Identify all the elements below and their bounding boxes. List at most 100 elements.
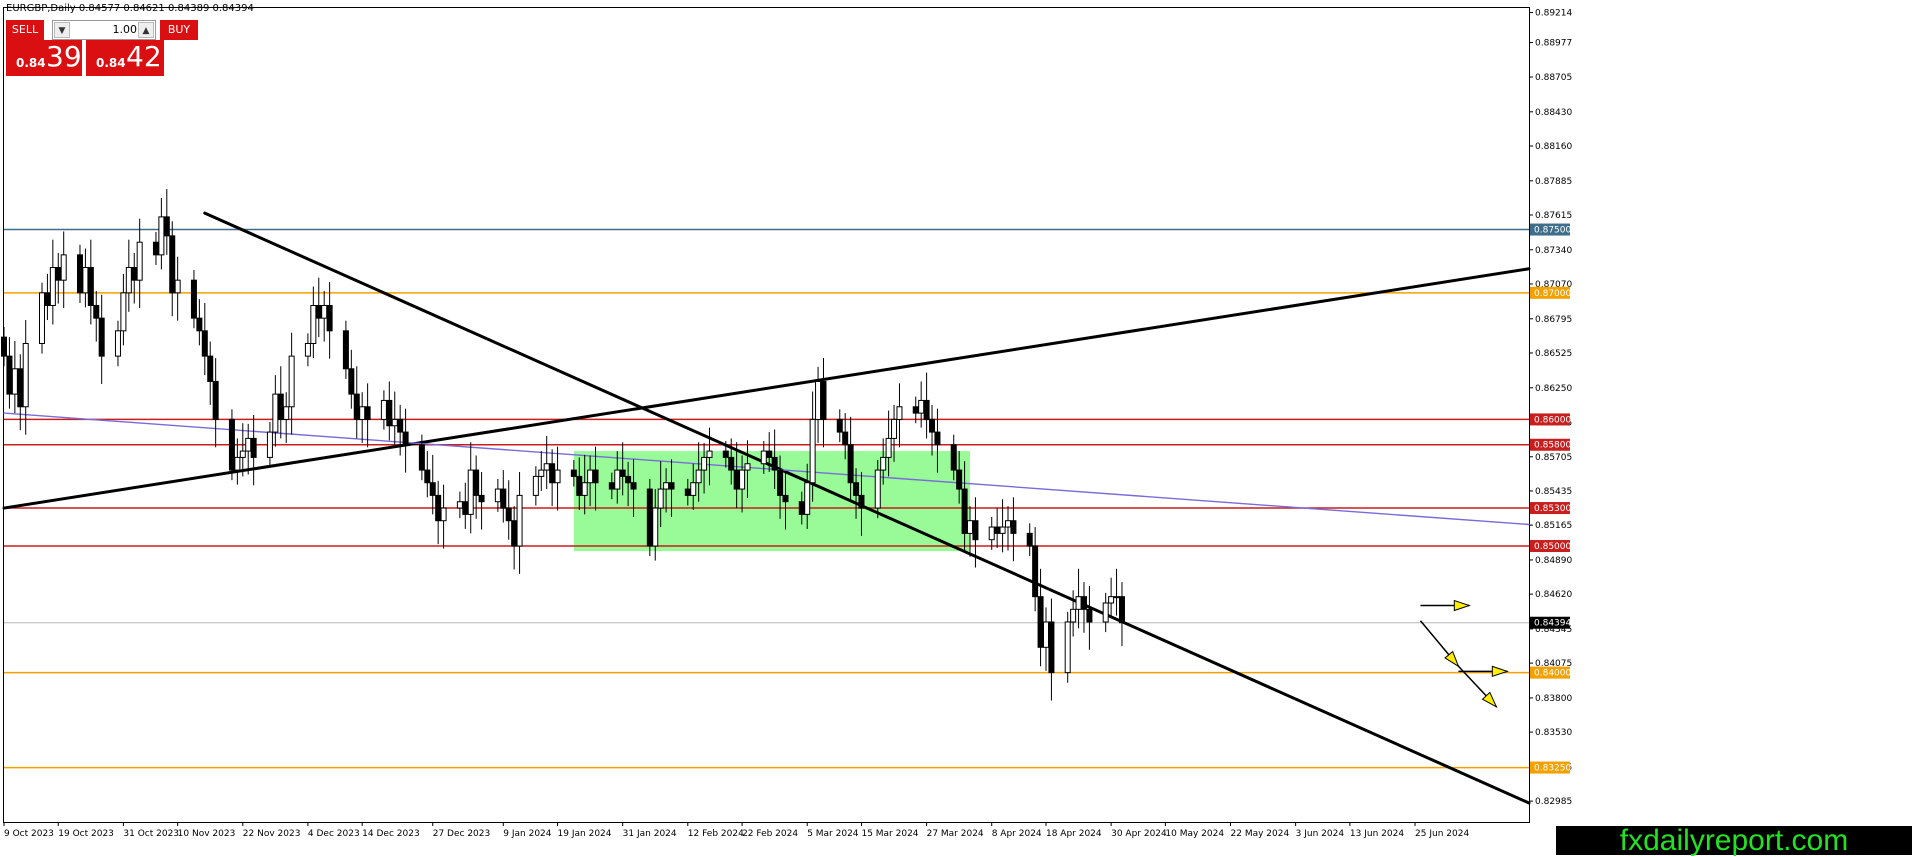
candle-body-28 [207,355,214,382]
x-tick-label-12: 22 Feb 2024 [742,829,798,839]
y-tick-label-20: 0.83800 [1535,694,1572,704]
candle-body-54 [402,431,409,446]
candle-body-55 [418,444,425,471]
candle-body-107 [809,418,816,484]
candlestick-chart: 0.89214 0.88977 0.88705 0.88430 0.88160 0.878… [1,7,1572,839]
x-tick-label-19: 10 May 2024 [1165,829,1224,839]
candle-body-127 [961,488,968,534]
candle-body-105 [798,501,805,515]
candle-body-69 [516,494,523,547]
sell-price-prefix: 0.84 [16,56,46,70]
candle-body-27 [201,330,208,357]
candle-body-61 [462,501,469,515]
candle-body-59 [440,507,447,522]
candle-body-56 [424,469,431,484]
candle-body-122 [923,399,930,420]
candle-body-5 [38,292,45,344]
y-tick-label-16: 0.84890 [1535,556,1572,566]
candle-body-117 [885,437,892,458]
lot-decrease-icon[interactable]: ▼ [54,22,70,38]
candle-body-68 [511,520,518,547]
candle-body-30 [228,418,235,471]
sell-button[interactable]: SELL [6,20,44,40]
candle-body-41 [310,304,317,344]
candle-body-135 [1026,532,1033,547]
lot-size-field[interactable]: ▼ 1.00 ▲ [52,20,156,40]
candle-body-84 [630,482,637,490]
y-tick-label-3: 0.88430 [1535,108,1572,118]
candle-body-146 [1108,596,1115,604]
price-axis: 0.89214 0.88977 0.88705 0.88430 0.88160 0.878… [1529,9,1572,807]
x-tick-label-10: 31 Jan 2024 [623,829,677,839]
lot-increase-icon[interactable]: ▲ [138,22,154,38]
candle-body-75 [570,469,577,477]
candle-body-25 [190,279,197,319]
candle-body-36 [272,393,279,433]
y-tick-label-17: 0.84620 [1535,590,1572,600]
level-2-label: 0.86000 [1534,415,1571,425]
y-tick-label-14: 0.85435 [1535,487,1572,497]
x-tick-label-11: 12 Feb 2024 [688,829,744,839]
candle-body-93 [701,456,708,471]
candle-body-144 [1086,608,1093,623]
candle-body-111 [842,431,849,446]
candle-body-10 [76,254,83,294]
candle-body-65 [494,488,501,503]
buy-price-box[interactable]: 0.84 42 4 [86,40,175,76]
level-5-label: 0.85000 [1534,542,1571,552]
y-tick-label-1: 0.88977 [1535,39,1572,49]
candle-body-96 [728,456,735,471]
candle-body-88 [663,482,670,490]
level-3-label: 0.85800 [1534,441,1571,451]
candle-body-64 [478,494,485,503]
x-tick-label-16: 8 Apr 2024 [992,829,1042,839]
candle-body-58 [435,494,442,522]
candle-body-141 [1070,608,1077,623]
sell-price-box[interactable]: 0.84 39 4 [6,40,93,76]
buy-button[interactable]: BUY [160,20,198,40]
candle-body-98 [739,469,746,490]
level-7-label: 0.83250 [1534,764,1571,774]
level-1-label: 0.87000 [1534,289,1571,299]
level-price-labels: 0.87500 0.87000 0.86000 0.85800 0.85300 0.850… [1530,223,1571,774]
candle-body-53 [397,418,404,433]
y-tick-label-15: 0.85165 [1535,521,1572,531]
candle-body-6 [44,292,51,306]
candle-body-108 [815,380,822,420]
candle-body-131 [994,526,1001,534]
candle-body-102 [771,456,778,471]
candle-body-33 [245,437,252,452]
candle-body-140 [1064,621,1071,674]
candle-body-60 [456,501,463,509]
time-axis: 9 Oct 2023 19 Oct 2023 31 Oct 202310 Nov 2… [3,822,1469,839]
candle-body-22 [163,216,170,237]
candle-body-115 [874,469,881,509]
y-tick-label-7: 0.87340 [1535,246,1572,256]
candle-body-50 [380,399,387,420]
chart-title: EURGBP,Daily 0.84577 0.84621 0.84389 0.8… [6,3,254,14]
x-tick-label-6: 14 Dec 2023 [362,829,420,839]
candle-body-86 [652,507,659,547]
candle-body-16 [120,292,127,332]
candle-body-126 [956,469,963,490]
candle-body-49 [364,406,371,420]
candle-body-132 [999,526,1006,534]
candle-body-73 [549,463,556,484]
candle-body-104 [782,494,789,503]
candle-body-133 [1005,520,1012,528]
candle-body-1 [6,355,13,395]
candle-body-57 [429,482,436,496]
candle-body-90 [684,488,691,496]
candle-body-123 [929,418,936,433]
candle-body-39 [288,355,295,408]
candle-body-97 [733,469,740,490]
candle-body-94 [706,450,713,458]
y-tick-label-5: 0.87885 [1535,177,1572,187]
candle-body-32 [239,450,246,458]
lot-size-value: 1.00 [112,23,138,36]
candle-body-130 [988,526,995,541]
candle-body-113 [853,482,860,496]
candle-body-106 [804,482,811,515]
x-tick-label-1: 19 Oct 2023 [58,829,114,839]
candle-body-74 [554,469,561,484]
